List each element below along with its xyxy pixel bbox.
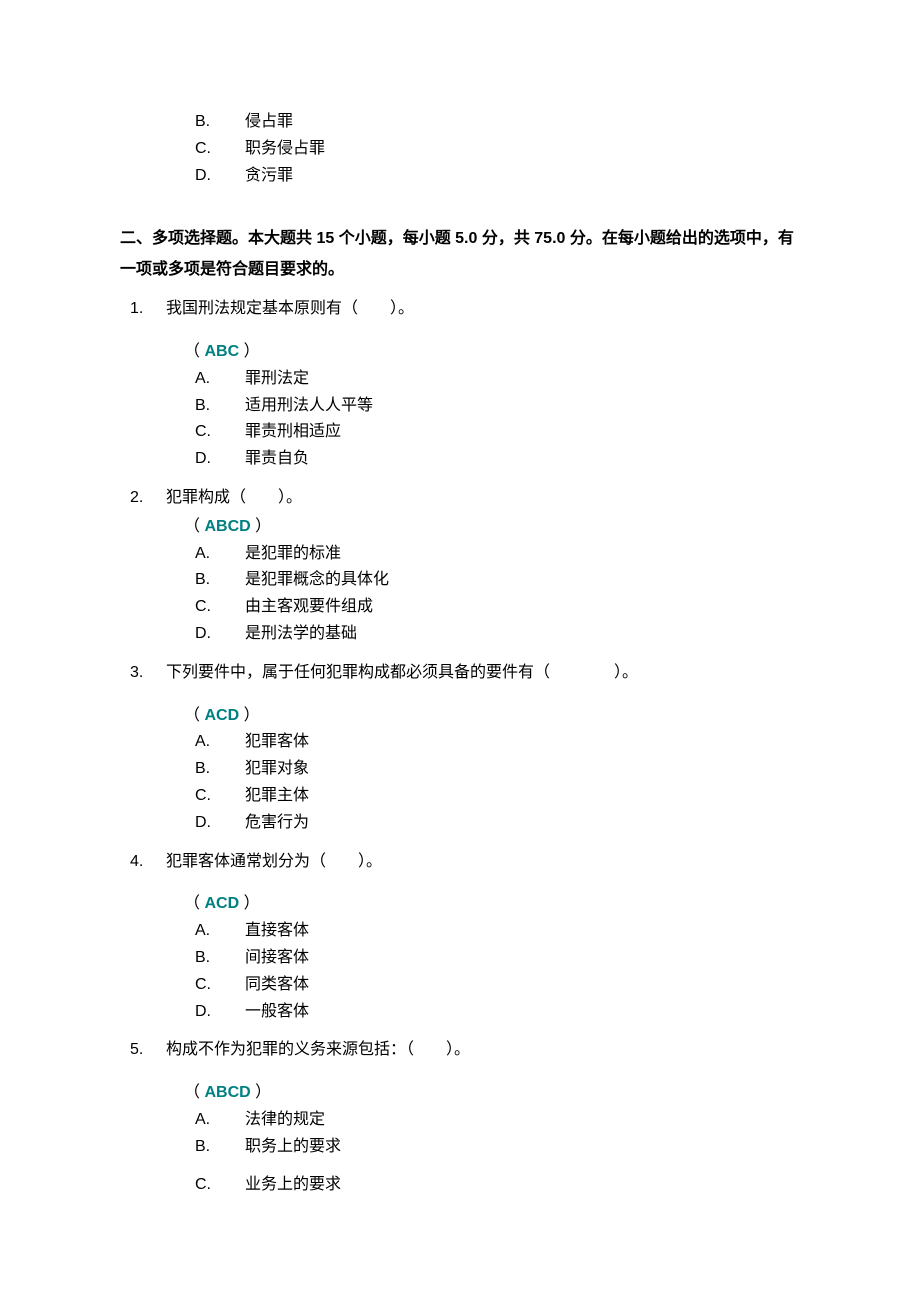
question-3: 3. 下列要件中，属于任何犯罪构成都必须具备的要件有（ ）。 （ ACD ） A…	[120, 661, 800, 836]
option-b: B.是犯罪概念的具体化	[195, 568, 800, 593]
section-heading: 二、多项选择题。本大题共 15 个小题，每小题 5.0 分，共 75.0 分。在…	[120, 224, 800, 285]
question-1: 1. 我国刑法规定基本原则有（ ）。 （ ABC ） A.罪刑法定 B.适用刑法…	[120, 297, 800, 472]
answer-row: （ ABCD ）	[184, 1081, 800, 1106]
option-d: D.是刑法学的基础	[195, 622, 800, 647]
option-d: D. 贪污罪	[195, 164, 800, 189]
options-list: A.是犯罪的标准 B.是犯罪概念的具体化 C.由主客观要件组成 D.是刑法学的基…	[195, 542, 800, 647]
answer-row: （ ACD ）	[184, 892, 800, 917]
option-text: 罪责自负	[245, 447, 309, 472]
option-a: A.直接客体	[195, 919, 800, 944]
option-text: 是刑法学的基础	[245, 622, 357, 647]
question-2: 2. 犯罪构成（ ）。 （ ABCD ） A.是犯罪的标准 B.是犯罪概念的具体…	[120, 486, 800, 647]
option-letter: C.	[195, 1173, 245, 1198]
option-text: 职务上的要求	[245, 1135, 341, 1160]
option-letter: C.	[195, 137, 245, 162]
answer-row: （ ACD ）	[184, 704, 800, 729]
option-text: 罪责刑相适应	[245, 420, 341, 445]
option-a: A.法律的规定	[195, 1108, 800, 1133]
option-letter: A.	[195, 542, 245, 567]
options-list: A.直接客体 B.间接客体 C.同类客体 D.一般客体	[195, 919, 800, 1024]
option-text: 危害行为	[245, 811, 309, 836]
option-b: B.职务上的要求	[195, 1135, 800, 1160]
answer-row: （ ABC ）	[184, 340, 800, 365]
option-text: 法律的规定	[245, 1108, 325, 1133]
option-d: D.危害行为	[195, 811, 800, 836]
option-letter: C.	[195, 973, 245, 998]
question-number: 2.	[120, 486, 166, 511]
option-text: 适用刑法人人平等	[245, 394, 373, 419]
option-c: C.罪责刑相适应	[195, 420, 800, 445]
option-text: 一般客体	[245, 1000, 309, 1025]
option-letter: B.	[195, 1135, 245, 1160]
question-stem: 犯罪构成（ ）。	[166, 486, 800, 511]
option-text: 是犯罪的标准	[245, 542, 341, 567]
option-b: B.犯罪对象	[195, 757, 800, 782]
answer-key: ACD	[204, 895, 239, 912]
question-stem: 下列要件中，属于任何犯罪构成都必须具备的要件有（ ）。	[166, 661, 800, 686]
option-text: 职务侵占罪	[245, 137, 325, 162]
option-c: C.由主客观要件组成	[195, 595, 800, 620]
option-text: 间接客体	[245, 946, 309, 971]
option-letter: B.	[195, 757, 245, 782]
question-stem: 构成不作为犯罪的义务来源包括：（ ）。	[166, 1038, 800, 1063]
option-c: C.业务上的要求	[195, 1173, 800, 1198]
option-c: C.同类客体	[195, 973, 800, 998]
option-a: A.是犯罪的标准	[195, 542, 800, 567]
option-letter: B.	[195, 946, 245, 971]
option-text: 犯罪主体	[245, 784, 309, 809]
option-a: A.犯罪客体	[195, 730, 800, 755]
option-letter: A.	[195, 367, 245, 392]
option-letter: C.	[195, 420, 245, 445]
option-text: 业务上的要求	[245, 1173, 341, 1198]
option-text: 由主客观要件组成	[245, 595, 373, 620]
option-letter: D.	[195, 447, 245, 472]
question-5: 5. 构成不作为犯罪的义务来源包括：（ ）。 （ ABCD ） A.法律的规定 …	[120, 1038, 800, 1198]
question-4: 4. 犯罪客体通常划分为（ ）。 （ ACD ） A.直接客体 B.间接客体 C…	[120, 850, 800, 1025]
question-number: 1.	[120, 297, 166, 322]
option-letter: A.	[195, 1108, 245, 1133]
question-number: 3.	[120, 661, 166, 686]
option-a: A.罪刑法定	[195, 367, 800, 392]
option-letter: D.	[195, 164, 245, 189]
option-d: D.罪责自负	[195, 447, 800, 472]
options-list: A.法律的规定 B.职务上的要求 C.业务上的要求	[195, 1108, 800, 1198]
option-d: D.一般客体	[195, 1000, 800, 1025]
option-b: B.适用刑法人人平等	[195, 394, 800, 419]
option-text: 犯罪对象	[245, 757, 309, 782]
options-list: A.犯罪客体 B.犯罪对象 C.犯罪主体 D.危害行为	[195, 730, 800, 835]
question-number: 4.	[120, 850, 166, 875]
top-options-block: B. 侵占罪 C. 职务侵占罪 D. 贪污罪	[195, 110, 800, 188]
option-b: B. 侵占罪	[195, 110, 800, 135]
option-c: C. 职务侵占罪	[195, 137, 800, 162]
option-b: B.间接客体	[195, 946, 800, 971]
option-text: 直接客体	[245, 919, 309, 944]
option-text: 同类客体	[245, 973, 309, 998]
option-c: C.犯罪主体	[195, 784, 800, 809]
answer-key: ABCD	[204, 518, 250, 535]
answer-key: ABCD	[204, 1084, 250, 1101]
option-letter: A.	[195, 730, 245, 755]
option-text: 犯罪客体	[245, 730, 309, 755]
options-list: A.罪刑法定 B.适用刑法人人平等 C.罪责刑相适应 D.罪责自负	[195, 367, 800, 472]
option-text: 是犯罪概念的具体化	[245, 568, 389, 593]
option-text: 贪污罪	[245, 164, 293, 189]
option-letter: C.	[195, 784, 245, 809]
option-letter: D.	[195, 622, 245, 647]
question-stem: 犯罪客体通常划分为（ ）。	[166, 850, 800, 875]
option-letter: B.	[195, 110, 245, 135]
question-number: 5.	[120, 1038, 166, 1063]
answer-row: （ ABCD ）	[184, 515, 800, 540]
option-letter: B.	[195, 394, 245, 419]
option-letter: A.	[195, 919, 245, 944]
question-stem: 我国刑法规定基本原则有（ ）。	[166, 297, 800, 322]
option-text: 罪刑法定	[245, 367, 309, 392]
option-letter: D.	[195, 1000, 245, 1025]
option-letter: B.	[195, 568, 245, 593]
answer-key: ACD	[204, 707, 239, 724]
option-letter: C.	[195, 595, 245, 620]
answer-key: ABC	[204, 343, 239, 360]
option-letter: D.	[195, 811, 245, 836]
option-text: 侵占罪	[245, 110, 293, 135]
